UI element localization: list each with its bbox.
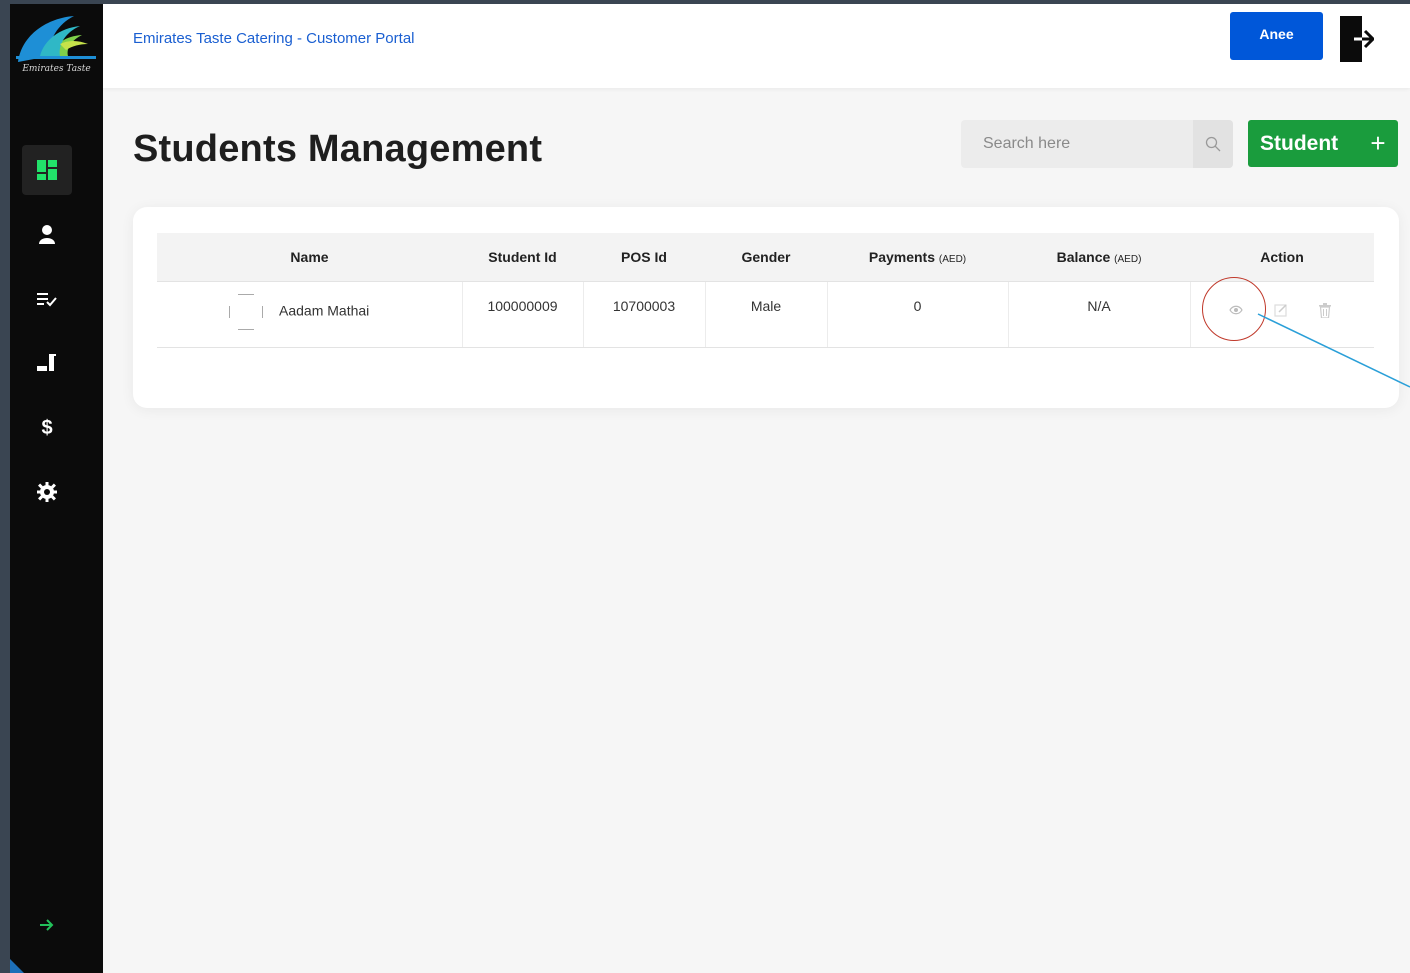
dashboard-icon — [37, 160, 57, 180]
corner-marker — [10, 959, 24, 973]
logout-button[interactable] — [1335, 15, 1379, 63]
gender-cell: Male — [705, 281, 828, 348]
checklist-icon — [37, 293, 57, 307]
logo-text: Emirates Taste — [22, 64, 91, 74]
sidebar: Emirates Taste $ — [10, 4, 103, 973]
header-pos-id[interactable]: POS Id — [583, 233, 705, 282]
gear-icon — [37, 482, 57, 502]
edit-button[interactable] — [1271, 300, 1291, 320]
dollar-icon: $ — [41, 416, 53, 439]
page-title: Students Management — [133, 128, 543, 170]
search-box — [961, 120, 1233, 168]
action-cell — [1190, 281, 1374, 348]
name-cell: Aadam Mathai — [157, 281, 463, 348]
trash-icon — [1318, 302, 1331, 318]
balance-cell: N/A — [1008, 281, 1191, 348]
search-icon — [1205, 136, 1221, 152]
pos-id-cell: 10700003 — [583, 281, 706, 348]
students-table: Name Student Id POS Id Gender Payments (… — [157, 233, 1374, 348]
table-row: Aadam Mathai 100000009 10700003 Male 0 N… — [157, 281, 1374, 348]
sidebar-item-settings[interactable] — [22, 467, 72, 517]
sidebar-item-meals[interactable] — [22, 338, 72, 388]
user-icon — [39, 225, 55, 244]
add-student-label: Student — [1260, 131, 1339, 155]
search-button[interactable] — [1193, 120, 1233, 168]
sidebar-expand-button[interactable] — [22, 900, 72, 950]
meal-icon — [37, 354, 56, 371]
logo: Emirates Taste — [10, 4, 103, 89]
header-payments[interactable]: Payments (AED) — [827, 233, 1008, 282]
header-name[interactable]: Name — [157, 233, 462, 282]
student-id-cell: 100000009 — [462, 281, 584, 348]
payments-cell: 0 — [827, 281, 1009, 348]
header-balance[interactable]: Balance (AED) — [1008, 233, 1190, 282]
header-gender[interactable]: Gender — [705, 233, 827, 282]
eye-icon — [1228, 305, 1243, 315]
students-table-card: Name Student Id POS Id Gender Payments (… — [133, 207, 1399, 408]
delete-button[interactable] — [1315, 300, 1335, 320]
header-balance-unit: (AED) — [1114, 254, 1142, 265]
plus-icon: + — [1370, 128, 1386, 158]
logout-icon — [1340, 16, 1374, 62]
sidebar-item-payments[interactable]: $ — [22, 403, 72, 453]
avatar — [229, 294, 263, 330]
sidebar-item-orders[interactable] — [22, 274, 72, 324]
header-payments-unit: (AED) — [938, 254, 967, 265]
view-button[interactable] — [1226, 300, 1246, 320]
header-balance-label: Balance — [1056, 249, 1111, 265]
user-menu-button[interactable]: Anee — [1230, 12, 1323, 60]
edit-icon — [1273, 304, 1287, 317]
portal-title: Emirates Taste Catering - Customer Porta… — [133, 30, 415, 47]
sidebar-item-students[interactable] — [22, 209, 72, 259]
add-student-button[interactable]: Student + — [1248, 120, 1398, 167]
table-header-row: Name Student Id POS Id Gender Payments (… — [157, 233, 1374, 282]
top-header: Emirates Taste Catering - Customer Porta… — [103, 4, 1410, 88]
header-action: Action — [1190, 233, 1374, 282]
header-payments-label: Payments — [868, 249, 936, 265]
sidebar-item-dashboard[interactable] — [22, 145, 72, 195]
student-name[interactable]: Aadam Mathai — [279, 303, 369, 319]
header-student-id[interactable]: Student Id — [462, 233, 583, 282]
arrow-right-icon — [40, 919, 54, 931]
app-window: Emirates Taste $ Emirates Taste Catering… — [10, 4, 1410, 973]
search-input[interactable] — [961, 120, 1193, 168]
